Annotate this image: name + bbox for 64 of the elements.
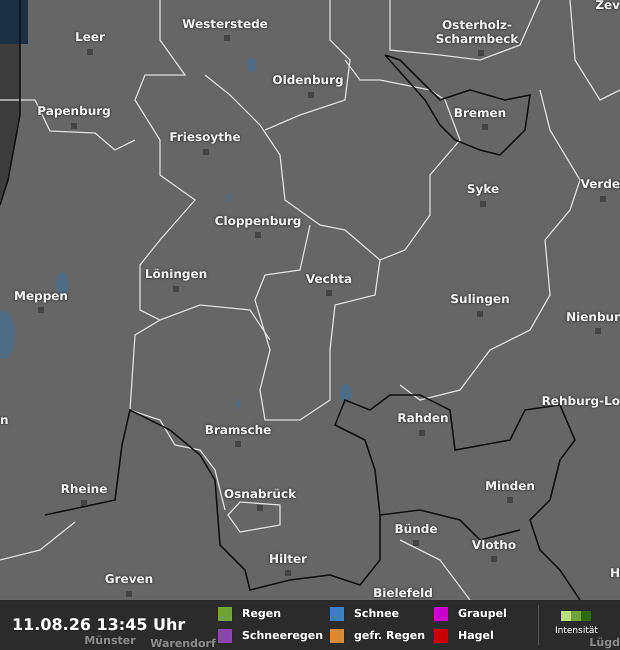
city-marker-icon bbox=[285, 570, 291, 576]
city-label: Warendorf bbox=[150, 637, 216, 650]
city-marker-icon bbox=[491, 556, 497, 562]
city-marker-icon bbox=[224, 35, 230, 41]
city-label: Rehburg-Lo bbox=[542, 394, 620, 408]
city-marker-icon bbox=[419, 430, 425, 436]
city-marker-icon bbox=[477, 311, 483, 317]
city-label: Oldenburg bbox=[272, 73, 344, 87]
city-label: Osterholz-Scharmbeck bbox=[434, 18, 520, 46]
city-label: Leer bbox=[75, 30, 105, 44]
city-label: H bbox=[610, 566, 620, 580]
city-label: Rheine bbox=[60, 482, 108, 496]
city-marker-icon bbox=[413, 540, 419, 546]
timestamp: 11.08.26 13:45 Uhr bbox=[12, 615, 186, 634]
city-marker-icon bbox=[326, 290, 332, 296]
city-marker-icon bbox=[257, 505, 263, 511]
city-marker-icon bbox=[255, 232, 261, 238]
intensity-scale-icon bbox=[561, 611, 592, 622]
city-label: Münster bbox=[84, 634, 136, 647]
city-marker-icon bbox=[308, 92, 314, 98]
city-label: Meppen bbox=[14, 289, 68, 303]
city-marker-icon bbox=[203, 149, 209, 155]
city-marker-icon bbox=[173, 286, 179, 292]
legend-label: Schneeregen bbox=[242, 628, 324, 644]
city-label: Cloppenburg bbox=[214, 214, 302, 228]
city-marker-icon bbox=[482, 124, 488, 130]
city-label: Bielefeld bbox=[373, 586, 433, 600]
city-label: Osnabrück bbox=[224, 487, 296, 501]
city-label: Westerstede bbox=[182, 17, 268, 31]
city-label: Lügd bbox=[589, 636, 620, 649]
city-label: Zev bbox=[595, 0, 620, 12]
legend-label: Graupel bbox=[458, 606, 507, 622]
city-label: Greven bbox=[104, 572, 154, 586]
legend-label: gefr. Regen bbox=[354, 628, 426, 644]
city-marker-icon bbox=[507, 497, 513, 503]
city-marker-icon bbox=[478, 50, 484, 56]
city-label: Friesoythe bbox=[169, 130, 241, 144]
city-label: Bremen bbox=[454, 106, 506, 120]
city-label: Löningen bbox=[144, 267, 208, 281]
city-label: Minden bbox=[485, 479, 535, 493]
city-label: Vlotho bbox=[472, 538, 516, 552]
city-marker-icon bbox=[87, 49, 93, 55]
city-marker-icon bbox=[38, 307, 44, 313]
city-label: Nienbur bbox=[566, 310, 620, 324]
city-label: n bbox=[0, 413, 9, 427]
city-label: Rahden bbox=[397, 411, 449, 425]
city-marker-icon bbox=[235, 441, 241, 447]
city-label: Bramsche bbox=[204, 423, 272, 437]
city-label: Hilter bbox=[268, 552, 308, 566]
city-marker-icon bbox=[71, 123, 77, 129]
intensity-label: Intensität bbox=[555, 625, 598, 638]
legend-label: Schnee bbox=[354, 606, 400, 622]
city-marker-icon bbox=[480, 201, 486, 207]
legend-label: Hagel bbox=[458, 628, 494, 644]
city-label: Verde bbox=[580, 177, 620, 191]
city-marker-icon bbox=[595, 328, 601, 334]
city-label: Syke bbox=[466, 182, 500, 196]
city-marker-icon bbox=[126, 591, 132, 597]
city-label: Bünde bbox=[394, 522, 438, 536]
city-marker-icon bbox=[81, 500, 87, 506]
legend-label: Regen bbox=[242, 606, 282, 622]
city-marker-icon bbox=[600, 196, 606, 202]
city-label: Sulingen bbox=[450, 292, 510, 306]
city-label: Vechta bbox=[306, 272, 352, 286]
